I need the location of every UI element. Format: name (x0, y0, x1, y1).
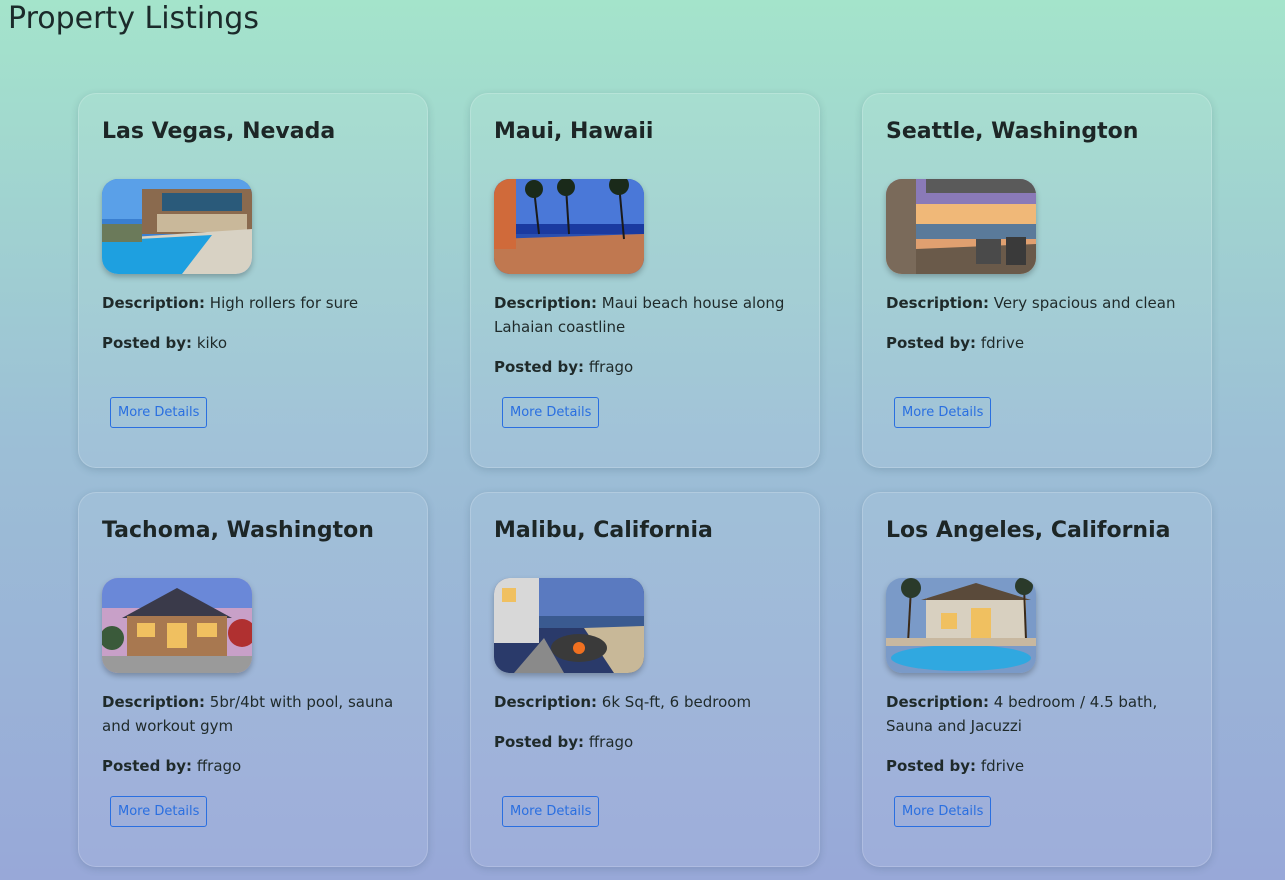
listing-posted-by: Posted by: ffrago (102, 757, 242, 775)
listing-photo (494, 578, 644, 673)
listing-description: Description: 5br/4bt with pool, sauna an… (102, 693, 394, 735)
balcony-view-photo (886, 179, 1036, 274)
listing-location: Los Angeles, California (886, 518, 1171, 543)
listing-posted-by: Posted by: ffrago (494, 358, 634, 376)
listing-description: Description: 6k Sq-ft, 6 bedroom (494, 693, 752, 711)
listing-photo (102, 179, 252, 274)
listing-posted-by: Posted by: fdrive (886, 757, 1025, 775)
listing-description: Description: Maui beach house along Laha… (494, 294, 785, 336)
listing-card: Tachoma, Washington Description: 5br/4bt… (78, 492, 428, 867)
more-details-button[interactable]: More Details (894, 397, 992, 428)
listing-photo (102, 578, 252, 673)
page-title: Property Listings (8, 1, 259, 36)
beach-terrace-photo (494, 179, 644, 274)
more-details-button[interactable]: More Details (894, 796, 992, 827)
house-dusk-photo (102, 578, 252, 673)
listing-card: Las Vegas, Nevada Description: High roll… (78, 93, 428, 468)
listing-description: Description: High rollers for sure (102, 294, 359, 312)
listing-location: Las Vegas, Nevada (102, 119, 336, 144)
listing-description: Description: Very spacious and clean (886, 294, 1176, 312)
listing-posted-by: Posted by: fdrive (886, 334, 1025, 352)
listing-card: Los Angeles, California Description: 4 b… (862, 492, 1212, 867)
palm-pool-mansion-photo (886, 578, 1036, 673)
listing-photo (886, 179, 1036, 274)
listing-photo (886, 578, 1036, 673)
listing-card: Maui, Hawaii Description: Maui beach hou… (470, 93, 820, 468)
listing-posted-by: Posted by: kiko (102, 334, 228, 352)
more-details-button[interactable]: More Details (110, 796, 208, 827)
more-details-button[interactable]: More Details (502, 397, 600, 428)
listing-location: Malibu, California (494, 518, 713, 543)
listing-card: Malibu, California Description: 6k Sq-ft… (470, 492, 820, 867)
listing-description: Description: 4 bedroom / 4.5 bath, Sauna… (886, 693, 1158, 735)
listing-photo (494, 179, 644, 274)
beachfront-firepit-photo (494, 578, 644, 673)
listings-grid: Las Vegas, Nevada Description: High roll… (78, 93, 1212, 867)
listing-location: Tachoma, Washington (102, 518, 374, 543)
listing-posted-by: Posted by: ffrago (494, 733, 634, 751)
listing-location: Maui, Hawaii (494, 119, 654, 144)
more-details-button[interactable]: More Details (502, 796, 600, 827)
listing-card: Seattle, Washington Description: Very sp… (862, 93, 1212, 468)
more-details-button[interactable]: More Details (110, 397, 208, 428)
pool-villa-photo (102, 179, 252, 274)
listing-location: Seattle, Washington (886, 119, 1139, 144)
